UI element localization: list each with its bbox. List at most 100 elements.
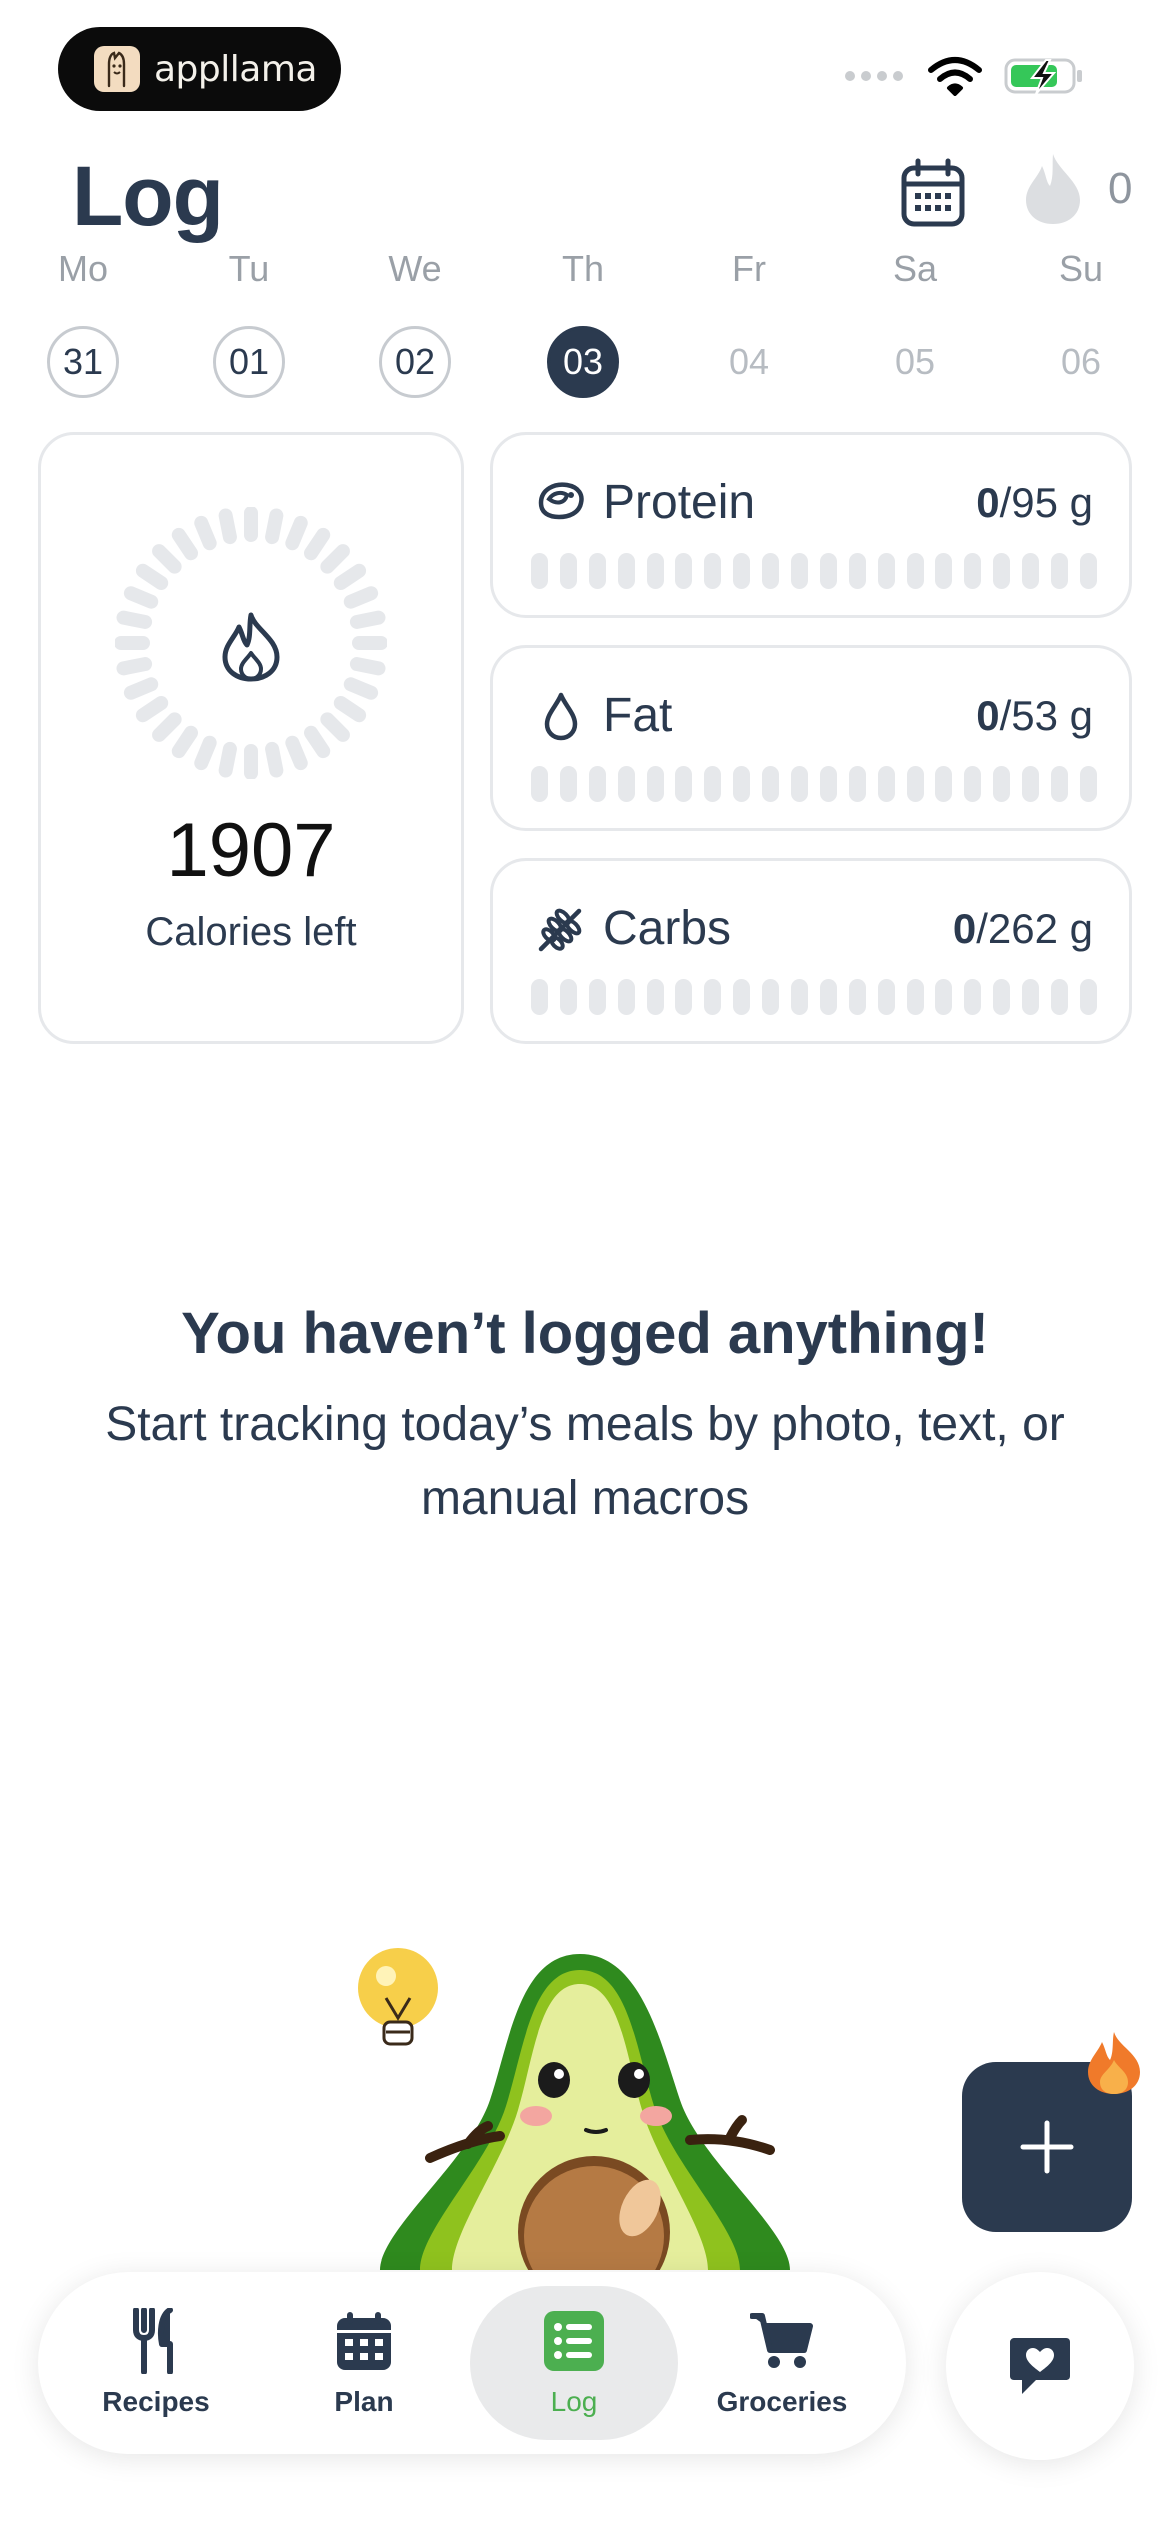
calories-card[interactable]: 1907 Calories left — [38, 432, 464, 1044]
macro-value: 0/95 g — [976, 479, 1093, 527]
day-label: Sa — [892, 248, 938, 289]
day-th[interactable]: Th 03 — [538, 248, 628, 398]
page-title: Log — [72, 149, 224, 243]
progress-segment — [675, 553, 693, 589]
progress-segment — [993, 979, 1011, 1015]
day-label: We — [388, 248, 442, 289]
ring-segment — [349, 610, 386, 629]
progress-segment — [1022, 553, 1040, 589]
tab-log[interactable]: Log — [470, 2286, 678, 2440]
ring-segment — [349, 657, 386, 676]
calendar-icon — [901, 158, 965, 227]
day-su[interactable]: Su 06 — [1036, 248, 1126, 398]
day-tu[interactable]: Tu 01 — [204, 248, 294, 398]
streak-counter[interactable]: 0 — [1024, 152, 1132, 226]
progress-segment — [1079, 553, 1097, 589]
day-number-selected: 03 — [547, 326, 619, 398]
ring-segment — [285, 515, 308, 551]
progress-segment — [819, 766, 837, 802]
brand-name: appllama — [154, 48, 317, 90]
progress-segment — [848, 553, 866, 589]
macro-card-carbs[interactable]: Carbs 0/262 g — [490, 858, 1132, 1044]
progress-segment — [819, 979, 837, 1015]
macro-card-fat[interactable]: Fat 0/53 g — [490, 645, 1132, 831]
day-label: Su — [1058, 248, 1104, 289]
droplet-icon — [544, 692, 578, 741]
calories-left-label: Calories left — [145, 910, 357, 954]
ring-segment — [171, 725, 198, 759]
flame-outline-icon — [222, 612, 280, 682]
progress-segment — [964, 766, 982, 802]
progress-segment — [588, 766, 606, 802]
progress-segment — [1051, 553, 1069, 589]
progress-segment — [646, 979, 664, 1015]
ring-segment — [265, 508, 284, 545]
ring-segment — [218, 508, 237, 545]
day-fr[interactable]: Fr 04 — [704, 248, 794, 398]
progress-segment — [1022, 979, 1040, 1015]
lightbulb-icon — [358, 1948, 438, 2046]
ring-segment — [320, 712, 350, 742]
progress-segment — [762, 553, 780, 589]
day-we[interactable]: We 02 — [370, 248, 460, 398]
macro-name: Protein — [603, 476, 756, 529]
progress-segment — [791, 979, 809, 1015]
empty-state-title: You haven’t logged anything! — [181, 1301, 989, 1366]
streak-count: 0 — [1108, 164, 1133, 213]
progress-segment — [819, 553, 837, 589]
progress-segment — [762, 979, 780, 1015]
macro-progress-bar — [531, 979, 1097, 1015]
progress-segment — [704, 766, 722, 802]
wheat-icon — [538, 908, 582, 952]
progress-segment — [588, 979, 606, 1015]
steak-icon — [538, 482, 584, 520]
day-mo[interactable]: Mo 31 — [38, 248, 128, 398]
ring-segment — [123, 586, 159, 609]
ring-segment — [333, 563, 367, 590]
day-label: Fr — [732, 248, 766, 289]
avocado-mascot-illustration — [358, 1948, 790, 2270]
week-strip: Mo 31 Tu 01 We 02 Th 03 Fr 04 Sa 05 Su 0… — [0, 248, 1170, 398]
calendar-icon — [331, 2308, 397, 2374]
tab-label: Log — [550, 2386, 598, 2417]
ring-segment — [152, 544, 182, 574]
macro-card-protein[interactable]: Protein 0/95 g — [490, 432, 1132, 618]
feedback-chat-button[interactable] — [946, 2272, 1134, 2460]
macro-value: 0/53 g — [976, 692, 1093, 740]
cart-icon — [749, 2308, 815, 2374]
progress-segment — [617, 979, 635, 1015]
ring-segment — [320, 544, 350, 574]
list-icon — [541, 2308, 607, 2374]
ring-segment — [304, 527, 331, 561]
ring-segment — [194, 735, 217, 771]
ring-segment — [285, 735, 308, 771]
progress-segment — [675, 979, 693, 1015]
ring-segment — [123, 677, 159, 700]
day-sa[interactable]: Sa 05 — [870, 248, 960, 398]
progress-segment — [617, 766, 635, 802]
tab-groceries[interactable]: Groceries — [678, 2286, 886, 2440]
progress-segment — [531, 766, 548, 802]
progress-segment — [1079, 979, 1097, 1015]
progress-segment — [588, 553, 606, 589]
macro-name: Carbs — [603, 902, 732, 955]
tab-label: Groceries — [716, 2386, 848, 2417]
progress-segment — [531, 553, 548, 589]
day-label: Th — [561, 248, 604, 289]
progress-segment — [559, 766, 577, 802]
macro-name: Fat — [603, 689, 673, 742]
ring-segment — [116, 657, 153, 676]
progress-segment — [935, 979, 953, 1015]
calendar-button[interactable] — [900, 158, 966, 228]
ring-segment — [333, 696, 367, 723]
progress-segment — [906, 766, 924, 802]
bottom-tab-bar: Recipes Plan Log Groceries — [38, 2272, 906, 2454]
macro-target: /262 g — [976, 905, 1093, 952]
ring-segment — [265, 741, 284, 778]
tab-plan[interactable]: Plan — [260, 2286, 468, 2440]
day-label: Mo — [57, 248, 108, 289]
ring-segment — [135, 696, 169, 723]
tab-recipes[interactable]: Recipes — [52, 2286, 260, 2440]
progress-segment — [1051, 979, 1069, 1015]
macro-consumed: 0 — [952, 905, 977, 952]
